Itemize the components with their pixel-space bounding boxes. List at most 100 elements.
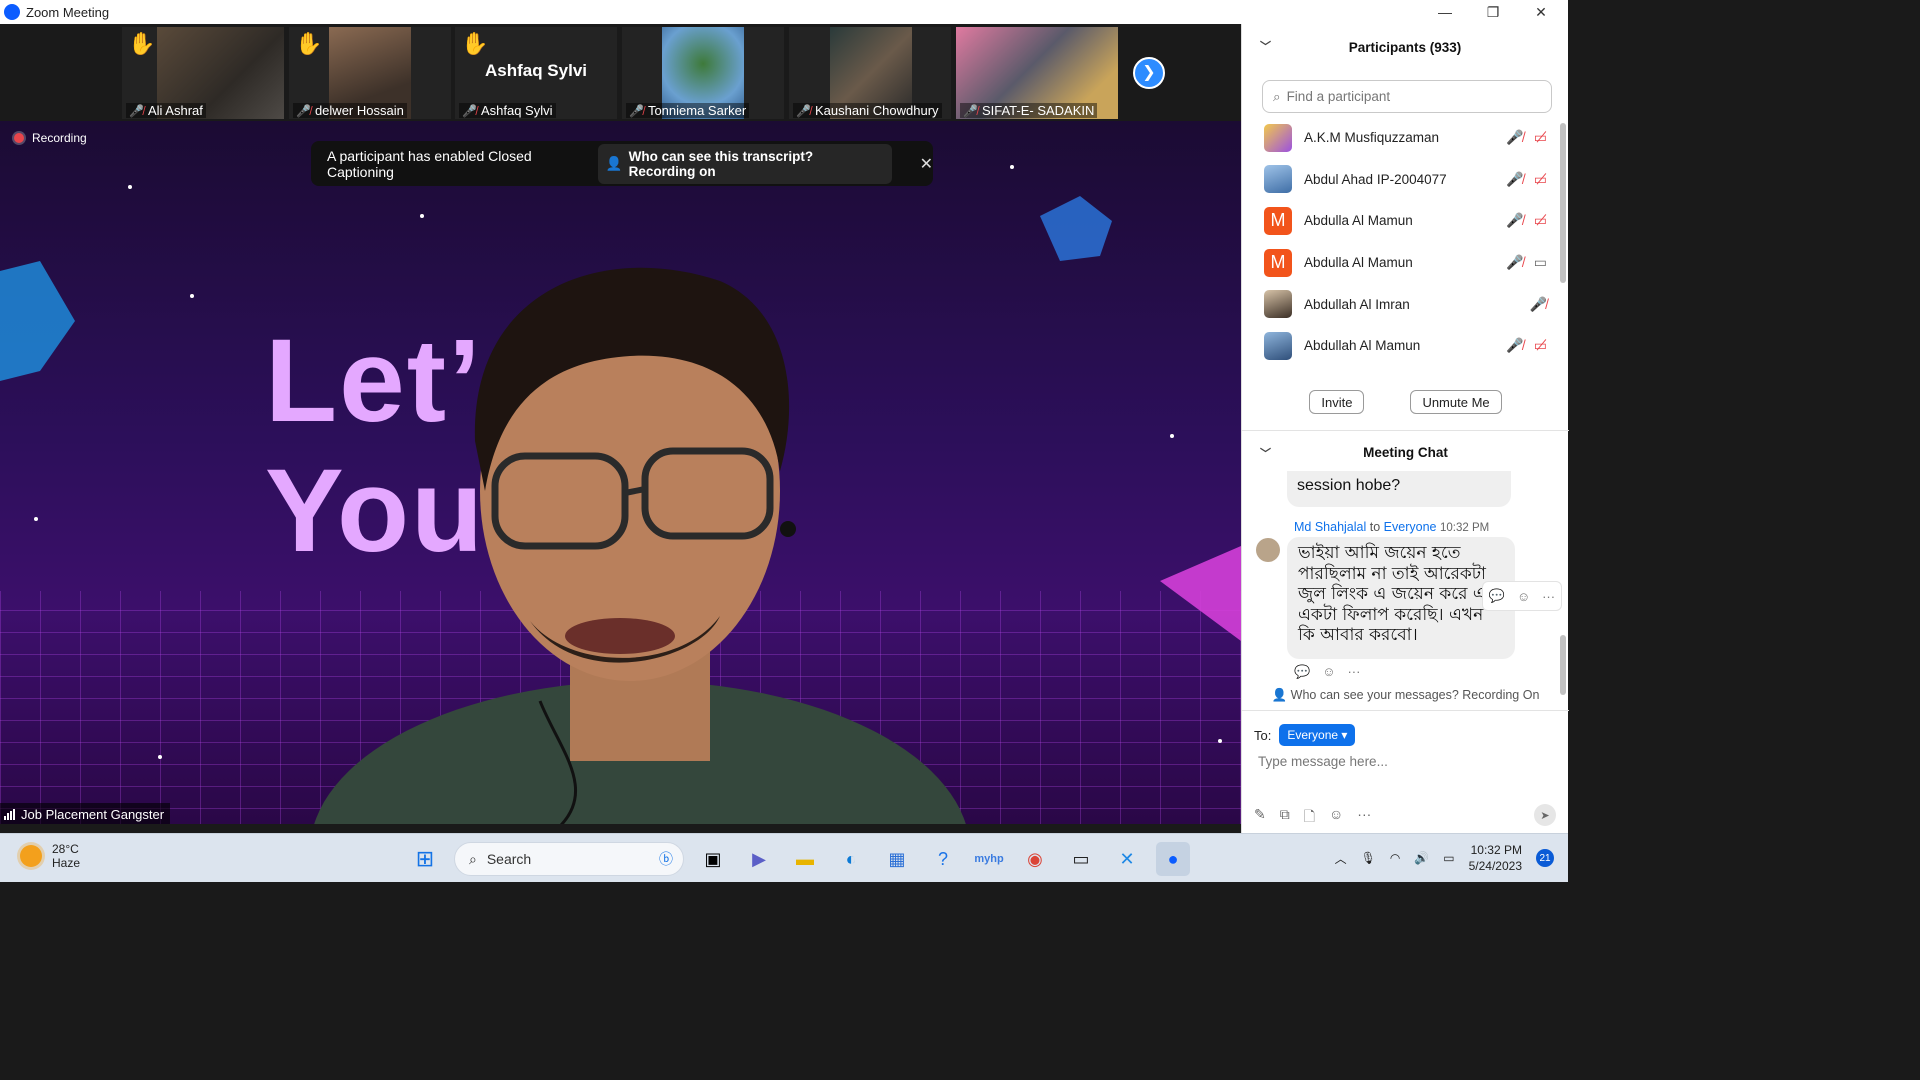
- taskbar-search-label: Search: [486, 851, 532, 867]
- thumbnail-tile[interactable]: ✋ 🎤̸ delwer Hossain: [289, 27, 451, 119]
- active-speaker-video: Let’s le_ You eer Recording A participan…: [0, 121, 1241, 824]
- thumbnail-name-tag: 🎤̸ Ali Ashraf: [126, 103, 206, 118]
- thumbnail-tile[interactable]: ✋ Ashfaq Sylvi 🎤̸ Ashfaq Sylvi: [455, 27, 617, 119]
- panel-divider: [1242, 430, 1569, 431]
- person-icon: 👤: [605, 155, 623, 171]
- message-visibility-notice[interactable]: 👤 Who can see your messages? Recording O…: [1242, 688, 1569, 703]
- close-window-button[interactable]: ✕: [1518, 0, 1564, 24]
- chat-scrollbar[interactable]: [1560, 471, 1566, 701]
- minimize-button[interactable]: —: [1422, 0, 1468, 24]
- emoji-icon[interactable]: ☺: [1329, 806, 1343, 830]
- participant-name: Abdullah Al Mamun: [1304, 338, 1421, 354]
- thumbnail-tile[interactable]: 🎤̸ Kaushani Chowdhury: [789, 27, 951, 119]
- emoji-react-icon[interactable]: ☺: [1322, 664, 1335, 680]
- participant-row[interactable]: Abdullah Al Mamun 🎤̸ ▭̸: [1242, 325, 1569, 367]
- help-icon[interactable]: ?: [926, 842, 960, 876]
- myhp-icon[interactable]: myhp: [972, 842, 1006, 876]
- chat-message-input[interactable]: [1258, 754, 1548, 769]
- mic-muted-icon[interactable]: 🎤̸: [1506, 129, 1523, 146]
- notification-badge[interactable]: 21: [1536, 849, 1554, 867]
- speaker-figure: [314, 267, 966, 824]
- avatar: [1264, 331, 1292, 360]
- participant-row[interactable]: M Abdulla Al Mamun 🎤̸ ▭̸: [1242, 200, 1569, 242]
- video-on-icon[interactable]: ▭: [1534, 254, 1547, 271]
- cc-banner-close-button[interactable]: ✕: [920, 154, 933, 174]
- mic-muted-icon[interactable]: 🎤̸: [1530, 296, 1547, 313]
- store-icon[interactable]: ▦: [880, 842, 914, 876]
- participant-row[interactable]: A.K.M Musfiquzzaman 🎤̸ ▭̸: [1242, 117, 1569, 159]
- participant-row[interactable]: Abdullah Al Imran 🎤̸: [1242, 283, 1569, 325]
- invite-button[interactable]: Invite: [1309, 390, 1365, 414]
- recipient-dropdown[interactable]: Everyone ▾: [1279, 724, 1356, 746]
- thumbnail-tile[interactable]: 🎤̸ SIFAT-E- SADAKIN: [956, 27, 1118, 119]
- participant-search-box[interactable]: ⌕ Find a participant: [1262, 80, 1552, 113]
- transcript-visibility-pill[interactable]: 👤 Who can see this transcript? Recording…: [597, 143, 892, 184]
- clock-date: 5/24/2023: [1468, 859, 1522, 873]
- participant-row[interactable]: Abdul Ahad IP-2004077 🎤̸ ▭̸: [1242, 159, 1569, 201]
- mic-muted-icon[interactable]: 🎤̸: [1506, 171, 1523, 188]
- wifi-icon[interactable]: ◠: [1390, 851, 1400, 865]
- more-icon[interactable]: ···: [1357, 806, 1371, 830]
- chevron-down-icon[interactable]: ﹀: [1260, 445, 1271, 461]
- mic-muted-icon[interactable]: 🎤̸: [1506, 337, 1523, 354]
- format-icon[interactable]: ✎: [1254, 806, 1266, 830]
- windows-taskbar: 28°C Haze ⊞ ⌕ Search ⓑ ▣ ▶ ▬ ◐ ▦ ? myhp …: [0, 833, 1568, 882]
- speaker-icon[interactable]: 🔊: [1414, 851, 1429, 865]
- battery-icon[interactable]: ▭: [1443, 851, 1454, 865]
- file-icon[interactable]: 🗋: [1304, 806, 1315, 830]
- terminal-icon[interactable]: ▭: [1064, 842, 1098, 876]
- screenshot-icon[interactable]: ⧉: [1280, 806, 1290, 830]
- teams-chat-icon[interactable]: ▶: [742, 842, 776, 876]
- chrome-icon[interactable]: ◉: [1018, 842, 1052, 876]
- video-off-icon[interactable]: ▭̸: [1534, 337, 1547, 354]
- thumbnail-tile[interactable]: 🎤̸ Tonniema Sarker: [622, 27, 784, 119]
- chevron-up-icon[interactable]: ︿: [1335, 850, 1347, 867]
- taskbar-search[interactable]: ⌕ Search ⓑ: [454, 842, 684, 876]
- chat-sender[interactable]: Md Shahjalal: [1294, 520, 1366, 534]
- more-icon[interactable]: ···: [1347, 664, 1360, 680]
- zoom-app-icon: [4, 4, 20, 20]
- task-view-icon[interactable]: ▣: [696, 842, 730, 876]
- video-off-icon[interactable]: ▭̸: [1534, 212, 1547, 229]
- clock[interactable]: 10:32 PM 5/24/2023: [1469, 842, 1522, 874]
- participant-scrollbar[interactable]: [1560, 119, 1566, 369]
- mic-muted-icon: 🎤̸: [629, 103, 644, 118]
- send-button[interactable]: ➤: [1534, 804, 1556, 826]
- recording-indicator: Recording: [14, 131, 87, 145]
- avatar: M: [1264, 206, 1292, 235]
- thumbnail-tile[interactable]: ✋ 🎤̸ Ali Ashraf: [122, 27, 284, 119]
- cc-banner-text: A participant has enabled Closed Caption…: [327, 147, 532, 180]
- video-off-icon[interactable]: ▭̸: [1534, 129, 1547, 146]
- mic-muted-icon[interactable]: 🎤̸: [1506, 254, 1523, 271]
- next-page-button[interactable]: ❯: [1133, 57, 1165, 89]
- mic-muted-icon[interactable]: 🎤̸: [1506, 212, 1523, 229]
- thumbnail-name-tag: 🎤̸ Kaushani Chowdhury: [793, 103, 942, 118]
- weather-condition: Haze: [52, 856, 81, 870]
- video-off-icon[interactable]: ▭̸: [1534, 171, 1547, 188]
- chevron-down-icon[interactable]: ﹀: [1260, 38, 1271, 54]
- windows-start-icon[interactable]: ⊞: [408, 842, 442, 876]
- chat-messages: session hobe? Md Shahjalal to Everyone 1…: [1242, 471, 1569, 711]
- unmute-me-button[interactable]: Unmute Me: [1410, 390, 1502, 414]
- thumbnail-name: SIFAT-E- SADAKIN: [981, 103, 1095, 118]
- weather-widget[interactable]: 28°C Haze: [20, 842, 80, 870]
- participant-row[interactable]: M Abdulla Al Mamun 🎤̸ ▭: [1242, 242, 1569, 284]
- participant-name: Abdulla Al Mamun: [1304, 213, 1413, 229]
- microphone-icon[interactable]: 🎙: [1361, 851, 1376, 865]
- more-icon[interactable]: ···: [1542, 589, 1555, 604]
- restore-button[interactable]: ❐: [1470, 0, 1516, 24]
- recording-label: Recording: [32, 131, 87, 145]
- thumbnail-strip: ✋ 🎤̸ Ali Ashraf ✋ 🎤̸ delwer Hossain ✋ Ashf…: [0, 24, 1241, 121]
- participant-search-placeholder[interactable]: Find a participant: [1287, 89, 1391, 104]
- reply-icon[interactable]: 💬: [1294, 664, 1310, 680]
- edge-icon[interactable]: ◐: [834, 842, 868, 876]
- vscode-icon[interactable]: ✕: [1110, 842, 1144, 876]
- file-explorer-icon[interactable]: ▬: [788, 842, 822, 876]
- recording-dot-icon: [14, 133, 24, 143]
- reply-icon[interactable]: 💬: [1489, 588, 1505, 604]
- raised-hand-icon: ✋: [295, 31, 323, 56]
- taskbar-apps: ⊞ ⌕ Search ⓑ ▣ ▶ ▬ ◐ ▦ ? myhp ◉ ▭ ✕ ●: [408, 842, 1190, 876]
- avatar: [1264, 290, 1292, 319]
- zoom-taskbar-icon[interactable]: ●: [1156, 842, 1190, 876]
- emoji-react-icon[interactable]: ☺: [1517, 589, 1530, 604]
